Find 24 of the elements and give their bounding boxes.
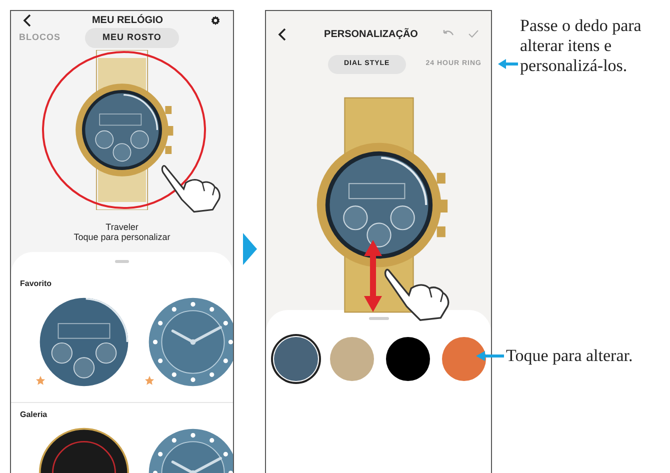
check-icon[interactable]	[468, 29, 479, 39]
screen-title: PERSONALIZAÇÃO	[323, 27, 418, 42]
section-title: Galeria	[20, 408, 48, 420]
watch-face-analog[interactable]	[147, 296, 233, 388]
pointer-arrow-icon	[498, 59, 518, 69]
watch-face-digital[interactable]	[38, 296, 130, 388]
drag-handle[interactable]	[368, 316, 388, 320]
screen-title: MEU RELÓGIO	[90, 13, 164, 28]
next-arrow-icon	[243, 233, 257, 265]
color-swatch[interactable]	[330, 336, 374, 380]
face-name: Traveler	[106, 222, 138, 232]
back-icon[interactable]	[278, 28, 286, 40]
color-swatch[interactable]	[386, 336, 430, 380]
annotation-text: Toque para alterar.	[506, 346, 633, 366]
section-title: Favorito	[20, 278, 53, 290]
tab[interactable]: MEU ROSTO	[84, 28, 180, 48]
color-swatch[interactable]	[442, 336, 486, 380]
drag-handle[interactable]	[115, 260, 129, 262]
back-icon[interactable]	[23, 14, 31, 27]
pointer-arrow-icon	[476, 351, 504, 361]
hint-text: Toque para personalizar	[74, 232, 170, 242]
settings-icon[interactable]	[210, 15, 221, 26]
color-swatch[interactable]	[274, 336, 318, 380]
annotation-text: Passe o dedo para alterar itens e personalizá-los.	[520, 16, 642, 76]
